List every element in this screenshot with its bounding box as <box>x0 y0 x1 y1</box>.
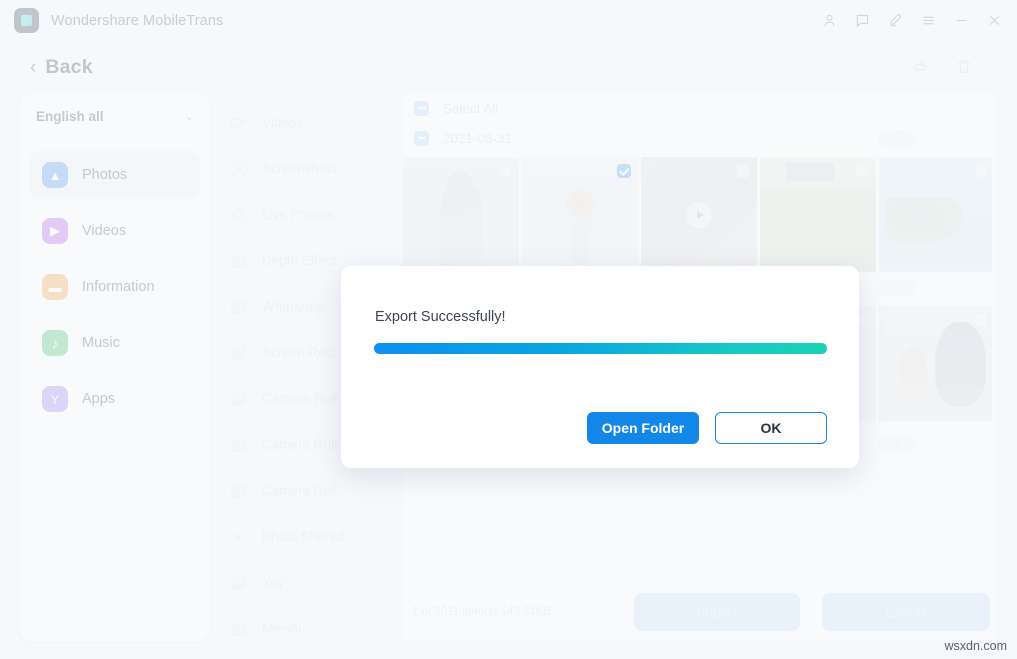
export-success-dialog: Export Successfully! Open Folder OK <box>341 266 859 468</box>
app-window: Wondershare MobileTrans <box>0 0 1017 659</box>
ok-button[interactable]: OK <box>715 412 827 444</box>
dialog-actions: Open Folder OK <box>587 412 827 444</box>
open-folder-button[interactable]: Open Folder <box>587 412 699 444</box>
progress-bar <box>374 343 827 354</box>
dialog-message: Export Successfully! <box>375 309 506 325</box>
watermark: wsxdn.com <box>944 639 1007 653</box>
